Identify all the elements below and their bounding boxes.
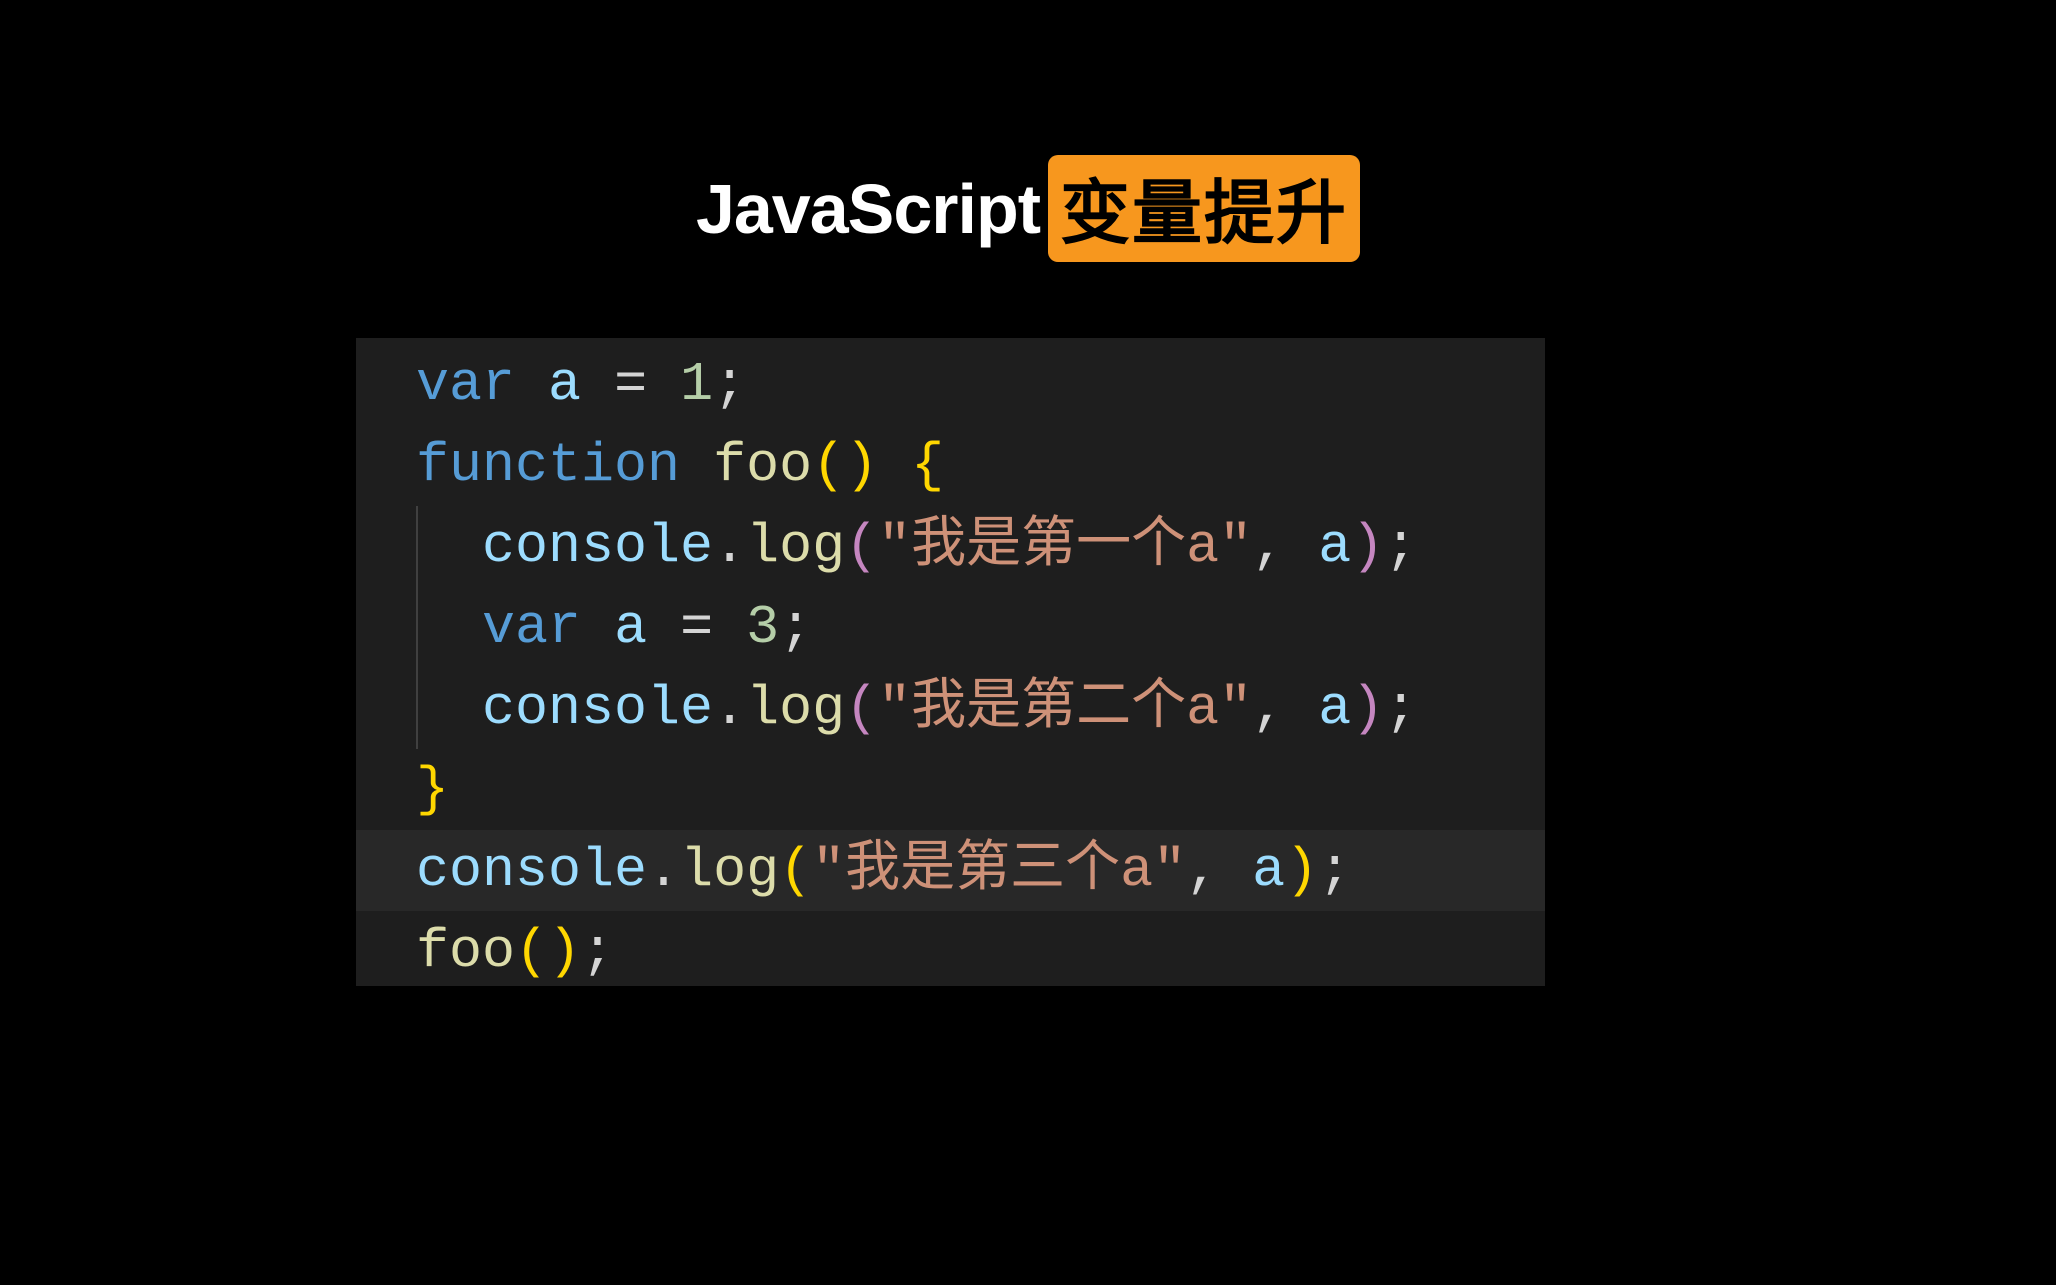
code-line-5: console.log("我是第二个a", a);	[356, 668, 1545, 749]
code-line-4: var a = 3;	[356, 587, 1545, 668]
title-badge: 变量提升	[1048, 155, 1360, 262]
title-container: JavaScript 变量提升	[0, 155, 2056, 262]
code-line-7: console.log("我是第三个a", a);	[356, 830, 1545, 911]
code-line-6: }	[356, 749, 1545, 830]
indent-guide	[416, 506, 418, 587]
title-plain: JavaScript	[696, 169, 1040, 249]
code-line-1: var a = 1;	[356, 344, 1545, 425]
code-line-8: foo();	[356, 911, 1545, 986]
code-line-2: function foo() {	[356, 425, 1545, 506]
indent-guide	[416, 587, 418, 668]
code-line-3: console.log("我是第一个a", a);	[356, 506, 1545, 587]
code-editor: var a = 1; function foo() { console.log(…	[356, 338, 1545, 986]
indent-guide	[416, 668, 418, 749]
